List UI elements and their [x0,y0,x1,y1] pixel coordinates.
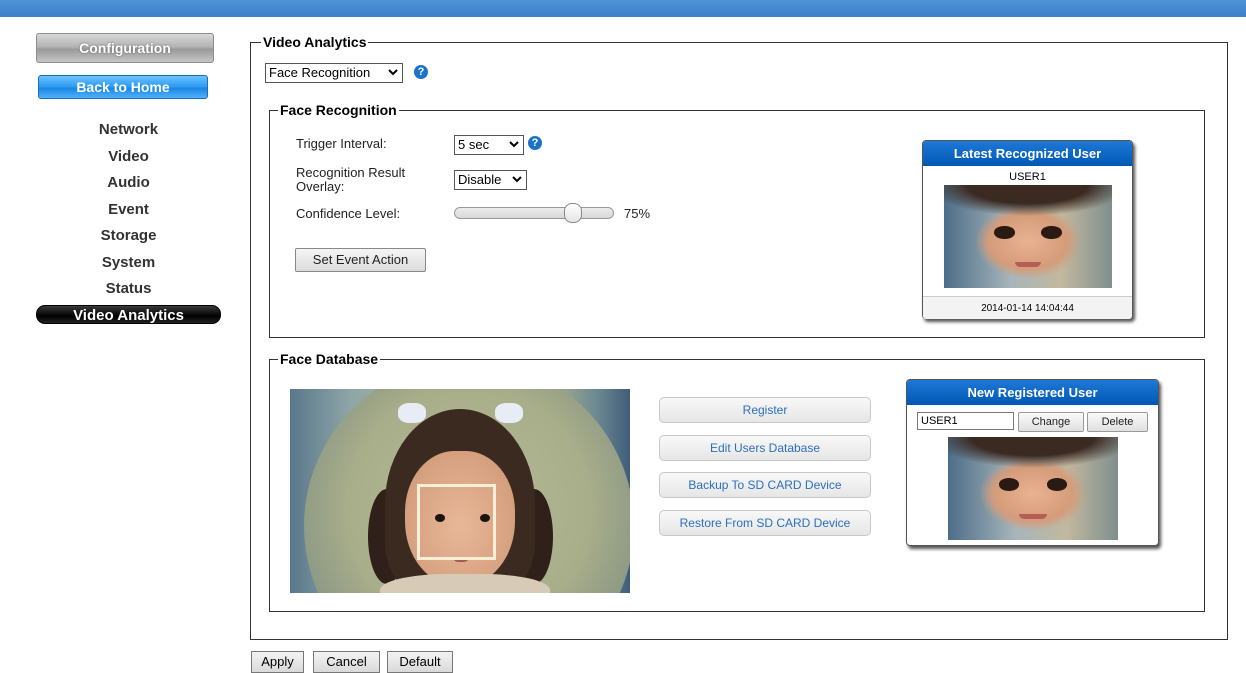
sidebar-item-video-analytics[interactable]: Video Analytics [36,304,221,324]
new-registered-user-title: New Registered User [907,380,1158,405]
confidence-label: Confidence Level: [296,206,401,221]
sidebar-item-audio[interactable]: Audio [36,170,221,197]
set-event-action-button[interactable]: Set Event Action [295,248,426,272]
help-icon[interactable]: ? [528,136,542,150]
latest-recognized-user-title: Latest Recognized User [923,141,1132,166]
register-button[interactable]: Register [659,397,871,423]
overlay-label-line2: Overlay: [296,179,345,194]
analytics-mode-value: Face Recognition [269,65,371,80]
trigger-interval-value: 5 sec [458,137,490,152]
latest-recognized-user-card: Latest Recognized User USER1 2014-01-14 … [922,140,1133,319]
chevron-down-icon [512,176,522,183]
back-to-home-button[interactable]: Back to Home [38,75,208,99]
sidebar-item-network[interactable]: Network [36,117,221,144]
sidebar-nav: Network Video Audio Event Storage System… [36,117,221,324]
sidebar-item-status[interactable]: Status [36,276,221,303]
latest-user-face-image [944,185,1112,288]
face-detection-box [417,484,496,560]
chevron-down-icon [509,141,519,148]
analytics-mode-select[interactable]: Face Recognition [265,63,403,83]
default-button[interactable]: Default [387,651,453,673]
new-registered-user-card: New Registered User Change Delete [906,379,1159,546]
face-recognition-title: Face Recognition [278,101,399,119]
sidebar-item-system[interactable]: System [36,250,221,277]
restore-sd-card-button[interactable]: Restore From SD CARD Device [659,510,871,536]
apply-button[interactable]: Apply [251,651,304,673]
video-analytics-title: Video Analytics [261,33,369,51]
user-name-field[interactable] [917,412,1014,430]
overlay-value: Disable [458,172,502,187]
confidence-value: 75% [624,206,651,221]
sidebar-item-video[interactable]: Video [36,144,221,171]
chevron-down-icon [388,69,398,76]
trigger-interval-select[interactable]: 5 sec [454,135,524,155]
overlay-label-line1: Recognition Result [296,165,406,180]
latest-user-name: USER1 [1009,171,1046,183]
sidebar-item-storage[interactable]: Storage [36,223,221,250]
latest-user-timestamp: 2014-01-14 14:04:44 [923,296,1132,319]
backup-sd-card-button[interactable]: Backup To SD CARD Device [659,472,871,498]
overlay-select[interactable]: Disable [454,170,527,190]
sidebar-item-event[interactable]: Event [36,197,221,224]
trigger-interval-label: Trigger Interval: [296,136,387,151]
top-banner [0,0,1246,17]
confidence-slider-thumb[interactable] [564,203,582,223]
help-icon[interactable]: ? [414,65,428,79]
overlay-label: Recognition Result Overlay: [296,166,405,194]
confidence-slider-track[interactable] [454,207,614,219]
configuration-button[interactable]: Configuration [36,33,214,63]
change-button[interactable]: Change [1018,412,1084,432]
delete-button[interactable]: Delete [1087,412,1148,432]
edit-users-database-button[interactable]: Edit Users Database [659,435,871,461]
face-database-title: Face Database [278,350,381,368]
cancel-button[interactable]: Cancel [313,651,380,673]
new-user-face-image [948,437,1118,540]
